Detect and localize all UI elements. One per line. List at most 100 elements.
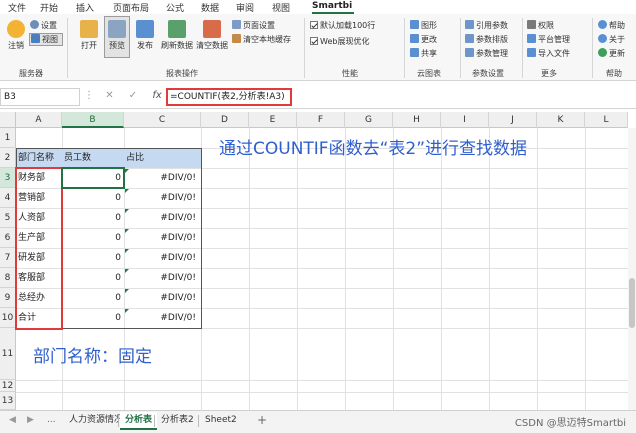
open-button[interactable]: 打开 [74, 16, 104, 51]
menu-smartbi[interactable]: Smartbi [312, 1, 352, 11]
help-button[interactable]: 帮助 [598, 20, 625, 31]
preview-button[interactable]: 预览 [102, 16, 132, 51]
formula-input[interactable]: =COUNTIF(表2,分析表!A3) [166, 88, 292, 106]
share-button[interactable]: 共享 [410, 48, 437, 59]
cell-staff-count[interactable]: 0 [62, 188, 124, 208]
row-header-9[interactable]: 9 [0, 288, 16, 308]
row-header-3[interactable]: 3 [0, 168, 16, 188]
cell-staff-count[interactable]: 0 [62, 208, 124, 228]
cell-staff-count[interactable]: 0 [62, 308, 124, 328]
param-layout-button[interactable]: 参数排版 [465, 34, 508, 45]
name-box[interactable]: B3 [0, 88, 80, 106]
tab-prev-icon[interactable]: ◀ [4, 412, 21, 430]
row-header-6[interactable]: 6 [0, 228, 16, 248]
table-header-staff[interactable]: 员工数 [62, 148, 124, 168]
tab-analysis[interactable]: 分析表 [120, 412, 158, 430]
cancel-icon[interactable]: ✕ [105, 90, 113, 101]
row-header-2[interactable]: 2 [0, 148, 16, 168]
chart-button[interactable]: 图形 [410, 20, 437, 31]
cell-dept[interactable]: 总经办 [16, 288, 62, 308]
menu-formulas[interactable]: 公式 [166, 1, 184, 14]
refresh-data-button[interactable]: 刷新数据 [160, 16, 194, 51]
col-header-b[interactable]: B [62, 112, 124, 128]
tab-analysis-2[interactable]: 分析表2 [156, 412, 199, 430]
menu-file[interactable]: 文件 [8, 1, 26, 14]
cell-staff-count[interactable]: 0 [62, 168, 124, 188]
row-header-13[interactable]: 13 [0, 392, 16, 410]
about-button[interactable]: 关于 [598, 34, 625, 45]
vertical-scrollbar[interactable] [628, 128, 636, 410]
menu-review[interactable]: 审阅 [236, 1, 254, 14]
cell-ratio[interactable]: #DIV/0! [124, 248, 201, 268]
cell-dept[interactable]: 人资部 [16, 208, 62, 228]
cell-ratio[interactable]: #DIV/0! [124, 268, 201, 288]
import-file-button[interactable]: 导入文件 [527, 48, 570, 59]
cell-ratio[interactable]: #DIV/0! [124, 188, 201, 208]
cell-ratio[interactable]: #DIV/0! [124, 228, 201, 248]
row-header-12[interactable]: 12 [0, 380, 16, 392]
publish-button[interactable]: 发布 [130, 16, 160, 51]
cell-dept[interactable]: 合计 [16, 308, 62, 328]
cell-ratio[interactable]: #DIV/0! [124, 168, 201, 188]
cell-dept[interactable]: 生产部 [16, 228, 62, 248]
col-header-l[interactable]: L [585, 112, 628, 128]
tab-more-button[interactable]: ... [42, 412, 61, 430]
cell-ratio[interactable]: #DIV/0! [124, 308, 201, 328]
row-header-5[interactable]: 5 [0, 208, 16, 228]
col-header-h[interactable]: H [393, 112, 441, 128]
param-manage-button[interactable]: 参数管理 [465, 48, 508, 59]
menu-home[interactable]: 开始 [40, 1, 58, 14]
cell-staff-count[interactable]: 0 [62, 228, 124, 248]
fx-icon[interactable]: fx [152, 90, 161, 101]
default-load-100-checkbox[interactable]: 默认加载100行 [310, 20, 375, 31]
update-button[interactable]: 更新 [598, 48, 625, 59]
menu-view[interactable]: 视图 [272, 1, 290, 14]
clear-data-button[interactable]: 清空数据 [195, 16, 229, 51]
page-setup-button[interactable]: 页面设置 [232, 20, 275, 31]
clear-cache-button[interactable]: 清空本地缓存 [232, 34, 291, 45]
table-header-ratio[interactable]: 占比 [124, 148, 201, 168]
ref-param-button[interactable]: 引用参数 [465, 20, 508, 31]
menu-data[interactable]: 数据 [201, 1, 219, 14]
add-sheet-button[interactable]: + [252, 412, 272, 430]
menu-insert[interactable]: 插入 [76, 1, 94, 14]
col-header-e[interactable]: E [249, 112, 297, 128]
row-header-8[interactable]: 8 [0, 268, 16, 288]
cell-ratio[interactable]: #DIV/0! [124, 288, 201, 308]
cell-staff-count[interactable]: 0 [62, 288, 124, 308]
change-button[interactable]: 更改 [410, 34, 437, 45]
web-optimize-checkbox[interactable]: Web展现优化 [310, 36, 369, 47]
col-header-k[interactable]: K [537, 112, 585, 128]
col-header-i[interactable]: I [441, 112, 489, 128]
col-header-d[interactable]: D [201, 112, 249, 128]
cell-dept[interactable]: 研发部 [16, 248, 62, 268]
row-header-1[interactable]: 1 [0, 128, 16, 148]
cell-ratio[interactable]: #DIV/0! [124, 208, 201, 228]
enter-icon[interactable]: ✓ [129, 90, 137, 101]
cell-staff-count[interactable]: 0 [62, 268, 124, 288]
col-header-f[interactable]: F [297, 112, 345, 128]
view-button[interactable]: 视图 [31, 34, 58, 45]
table-header-dept[interactable]: 部门名称 [16, 148, 62, 168]
col-header-g[interactable]: G [345, 112, 393, 128]
menu-page-layout[interactable]: 页面布局 [113, 1, 149, 14]
cell-dept[interactable]: 财务部 [16, 168, 62, 188]
tab-next-icon[interactable]: ▶ [22, 412, 39, 430]
cell-dept[interactable]: 客服部 [16, 268, 62, 288]
col-header-a[interactable]: A [16, 112, 62, 128]
row-header-10[interactable]: 10 [0, 308, 16, 328]
select-all-corner[interactable] [0, 112, 16, 128]
settings-button[interactable]: 设置 [30, 20, 57, 31]
col-header-j[interactable]: J [489, 112, 537, 128]
tab-sheet2[interactable]: Sheet2 [200, 412, 242, 430]
row-header-4[interactable]: 4 [0, 188, 16, 208]
row-header-11[interactable]: 11 [0, 328, 16, 380]
row-header-7[interactable]: 7 [0, 248, 16, 268]
cell-dept[interactable]: 营销部 [16, 188, 62, 208]
scrollbar-thumb[interactable] [629, 278, 635, 328]
platform-manage-button[interactable]: 平台管理 [527, 34, 570, 45]
permission-button[interactable]: 权限 [527, 20, 554, 31]
logout-button[interactable]: 注销 [1, 16, 31, 51]
col-header-c[interactable]: C [124, 112, 201, 128]
cell-staff-count[interactable]: 0 [62, 248, 124, 268]
